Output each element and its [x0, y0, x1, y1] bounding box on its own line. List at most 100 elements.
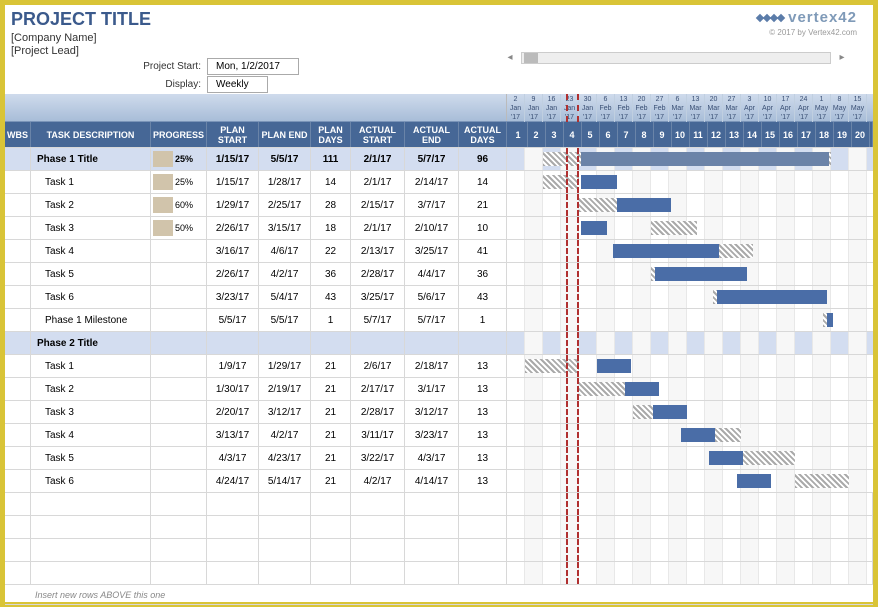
plan-end-cell[interactable]: 4/2/17 [259, 263, 311, 285]
timeline-scrollbar[interactable]: ◂ ▸ [503, 51, 849, 65]
task-name-cell[interactable]: Task 6 [31, 470, 151, 492]
progress-cell[interactable] [151, 309, 207, 331]
plan-days-cell[interactable]: 21 [311, 424, 351, 446]
task-row[interactable]: Task 260%1/29/172/25/17282/15/173/7/1721 [5, 194, 873, 217]
progress-cell[interactable]: 25% [151, 148, 207, 170]
plan-end-cell[interactable]: 2/19/17 [259, 378, 311, 400]
plan-start-cell[interactable]: 3/23/17 [207, 286, 259, 308]
task-name-cell[interactable]: Task 1 [31, 171, 151, 193]
task-name-cell[interactable]: Task 5 [31, 447, 151, 469]
progress-cell[interactable] [151, 286, 207, 308]
progress-cell[interactable] [151, 401, 207, 423]
progress-cell[interactable] [151, 470, 207, 492]
plan-days-cell[interactable]: 36 [311, 263, 351, 285]
display-select[interactable]: Weekly [207, 76, 268, 93]
actual-start-cell[interactable]: 2/1/17 [351, 148, 405, 170]
plan-end-cell[interactable]: 4/6/17 [259, 240, 311, 262]
actual-days-cell[interactable]: 14 [459, 171, 507, 193]
actual-start-cell[interactable]: 2/28/17 [351, 401, 405, 423]
plan-days-cell[interactable]: 21 [311, 401, 351, 423]
empty-row[interactable] [5, 562, 873, 585]
plan-end-cell[interactable]: 1/29/17 [259, 355, 311, 377]
plan-days-cell[interactable]: 43 [311, 286, 351, 308]
task-row[interactable]: Task 21/30/172/19/17212/17/173/1/1713 [5, 378, 873, 401]
actual-days-cell[interactable]: 13 [459, 401, 507, 423]
wbs-cell[interactable] [5, 263, 31, 285]
plan-end-cell[interactable]: 5/14/17 [259, 470, 311, 492]
actual-days-cell[interactable]: 96 [459, 148, 507, 170]
task-name-cell[interactable]: Task 4 [31, 424, 151, 446]
actual-end-cell[interactable]: 5/6/17 [405, 286, 459, 308]
progress-cell[interactable] [151, 355, 207, 377]
plan-days-cell[interactable]: 21 [311, 447, 351, 469]
actual-start-cell[interactable]: 2/1/17 [351, 217, 405, 239]
wbs-cell[interactable] [5, 240, 31, 262]
actual-start-cell[interactable]: 3/22/17 [351, 447, 405, 469]
empty-row[interactable] [5, 493, 873, 516]
task-name-cell[interactable]: Phase 2 Title [31, 332, 151, 354]
wbs-cell[interactable] [5, 217, 31, 239]
wbs-cell[interactable] [5, 286, 31, 308]
phase-row[interactable]: Phase 2 Title [5, 332, 873, 355]
scroll-left-icon[interactable]: ◂ [503, 51, 517, 65]
actual-start-cell[interactable]: 3/25/17 [351, 286, 405, 308]
plan-days-cell[interactable]: 28 [311, 194, 351, 216]
actual-days-cell[interactable]: 43 [459, 286, 507, 308]
wbs-cell[interactable] [5, 355, 31, 377]
plan-end-cell[interactable]: 3/12/17 [259, 401, 311, 423]
wbs-cell[interactable] [5, 148, 31, 170]
empty-row[interactable] [5, 516, 873, 539]
task-row[interactable]: Task 52/26/174/2/17362/28/174/4/1736 [5, 263, 873, 286]
task-name-cell[interactable]: Task 4 [31, 240, 151, 262]
actual-days-cell[interactable]: 41 [459, 240, 507, 262]
actual-end-cell[interactable]: 3/25/17 [405, 240, 459, 262]
task-name-cell[interactable]: Task 2 [31, 378, 151, 400]
scroll-thumb[interactable] [524, 53, 538, 63]
actual-start-cell[interactable]: 2/13/17 [351, 240, 405, 262]
plan-start-cell[interactable]: 4/3/17 [207, 447, 259, 469]
wbs-cell[interactable] [5, 424, 31, 446]
wbs-cell[interactable] [5, 194, 31, 216]
progress-cell[interactable] [151, 447, 207, 469]
task-name-cell[interactable]: Task 3 [31, 217, 151, 239]
phase-row[interactable]: Phase 1 Title25%1/15/175/5/171112/1/175/… [5, 148, 873, 171]
task-row[interactable]: Task 11/9/171/29/17212/6/172/18/1713 [5, 355, 873, 378]
actual-end-cell[interactable]: 3/23/17 [405, 424, 459, 446]
plan-end-cell[interactable]: 5/5/17 [259, 148, 311, 170]
plan-days-cell[interactable]: 22 [311, 240, 351, 262]
actual-start-cell[interactable] [351, 332, 405, 354]
actual-days-cell[interactable]: 1 [459, 309, 507, 331]
plan-days-cell[interactable]: 18 [311, 217, 351, 239]
wbs-cell[interactable] [5, 171, 31, 193]
progress-cell[interactable] [151, 424, 207, 446]
progress-cell[interactable]: 50% [151, 217, 207, 239]
plan-end-cell[interactable]: 5/4/17 [259, 286, 311, 308]
task-row[interactable]: Task 125%1/15/171/28/17142/1/172/14/1714 [5, 171, 873, 194]
plan-start-cell[interactable]: 4/24/17 [207, 470, 259, 492]
progress-cell[interactable]: 25% [151, 171, 207, 193]
plan-start-cell[interactable]: 3/13/17 [207, 424, 259, 446]
plan-end-cell[interactable]: 5/5/17 [259, 309, 311, 331]
task-name-cell[interactable]: Phase 1 Title [31, 148, 151, 170]
actual-end-cell[interactable]: 3/1/17 [405, 378, 459, 400]
progress-cell[interactable] [151, 332, 207, 354]
actual-start-cell[interactable]: 5/7/17 [351, 309, 405, 331]
plan-days-cell[interactable]: 21 [311, 470, 351, 492]
plan-start-cell[interactable]: 2/26/17 [207, 217, 259, 239]
actual-days-cell[interactable]: 36 [459, 263, 507, 285]
actual-end-cell[interactable]: 4/14/17 [405, 470, 459, 492]
plan-start-cell[interactable]: 1/30/17 [207, 378, 259, 400]
actual-start-cell[interactable]: 2/28/17 [351, 263, 405, 285]
actual-days-cell[interactable]: 10 [459, 217, 507, 239]
actual-end-cell[interactable]: 3/7/17 [405, 194, 459, 216]
plan-days-cell[interactable]: 1 [311, 309, 351, 331]
plan-end-cell[interactable]: 1/28/17 [259, 171, 311, 193]
actual-start-cell[interactable]: 2/17/17 [351, 378, 405, 400]
task-row[interactable]: Task 43/16/174/6/17222/13/173/25/1741 [5, 240, 873, 263]
wbs-cell[interactable] [5, 447, 31, 469]
empty-row[interactable] [5, 539, 873, 562]
plan-start-cell[interactable]: 1/15/17 [207, 171, 259, 193]
actual-start-cell[interactable]: 2/6/17 [351, 355, 405, 377]
actual-end-cell[interactable]: 4/3/17 [405, 447, 459, 469]
plan-start-cell[interactable]: 5/5/17 [207, 309, 259, 331]
